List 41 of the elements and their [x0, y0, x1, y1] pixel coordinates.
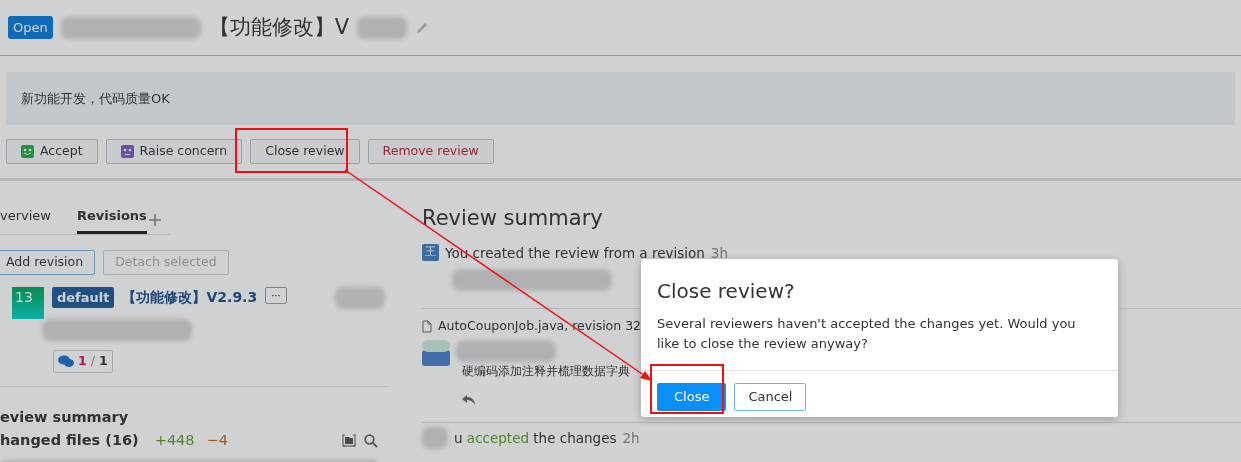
action-button[interactable]: Raise concern	[105, 139, 243, 164]
action-button[interactable]: Accept	[6, 139, 98, 164]
action-button[interactable]: Remove review	[367, 139, 494, 164]
file-icon	[422, 320, 432, 334]
time-label: 2h	[622, 428, 640, 448]
feed-heading: Review summary	[422, 205, 604, 232]
reply-icon[interactable]	[462, 394, 476, 406]
dialog-message: Several reviewers haven't accepted the changes yet. Would you like to close the review anyway?	[641, 314, 1118, 372]
changed-files-label: hanged files (16)	[0, 431, 139, 451]
event-text: You created the review from a revision	[445, 243, 705, 263]
file-name: AutoCouponJob.java, revision 32	[438, 317, 642, 336]
branch-badge: default	[52, 286, 115, 309]
review-description: 新功能开发，代码质量OK	[6, 72, 1235, 125]
more-button[interactable]: ···	[265, 286, 287, 304]
comments-icon	[58, 355, 74, 369]
time-label: 3h	[710, 243, 728, 263]
avatar: 王	[422, 244, 439, 262]
tab[interactable]: verview	[0, 205, 51, 234]
frown-icon	[120, 145, 134, 158]
revision-number: 13	[12, 286, 44, 319]
cancel-button[interactable]: Cancel	[734, 383, 807, 411]
comment-counter[interactable]: 1 / 1	[53, 350, 113, 373]
smiley-icon	[21, 145, 34, 158]
tab[interactable]: Revisions	[77, 205, 147, 234]
status-badge: Open	[8, 15, 53, 40]
folder-icon[interactable]	[342, 434, 356, 448]
review-title: 【功能修改】V	[208, 13, 350, 41]
search-icon[interactable]	[364, 434, 378, 449]
comment-text: 硬编码添加注释并梳理数据字典	[462, 363, 630, 380]
revision-button[interactable]: Add revision	[0, 250, 96, 275]
avatar-icon	[422, 340, 450, 366]
revision-title: 【功能修改】V2.9.3	[122, 287, 258, 307]
summary-heading: eview summary	[0, 407, 130, 427]
removed-lines: −4	[206, 431, 228, 451]
plus-icon[interactable]	[148, 214, 161, 226]
redacted-block	[334, 286, 385, 309]
action-button[interactable]: Close review	[250, 139, 360, 164]
redacted-block	[422, 427, 448, 449]
added-lines: +448	[154, 431, 195, 451]
event-text: u accepted the changes	[454, 428, 617, 448]
dialog-title: Close review?	[656, 278, 796, 305]
